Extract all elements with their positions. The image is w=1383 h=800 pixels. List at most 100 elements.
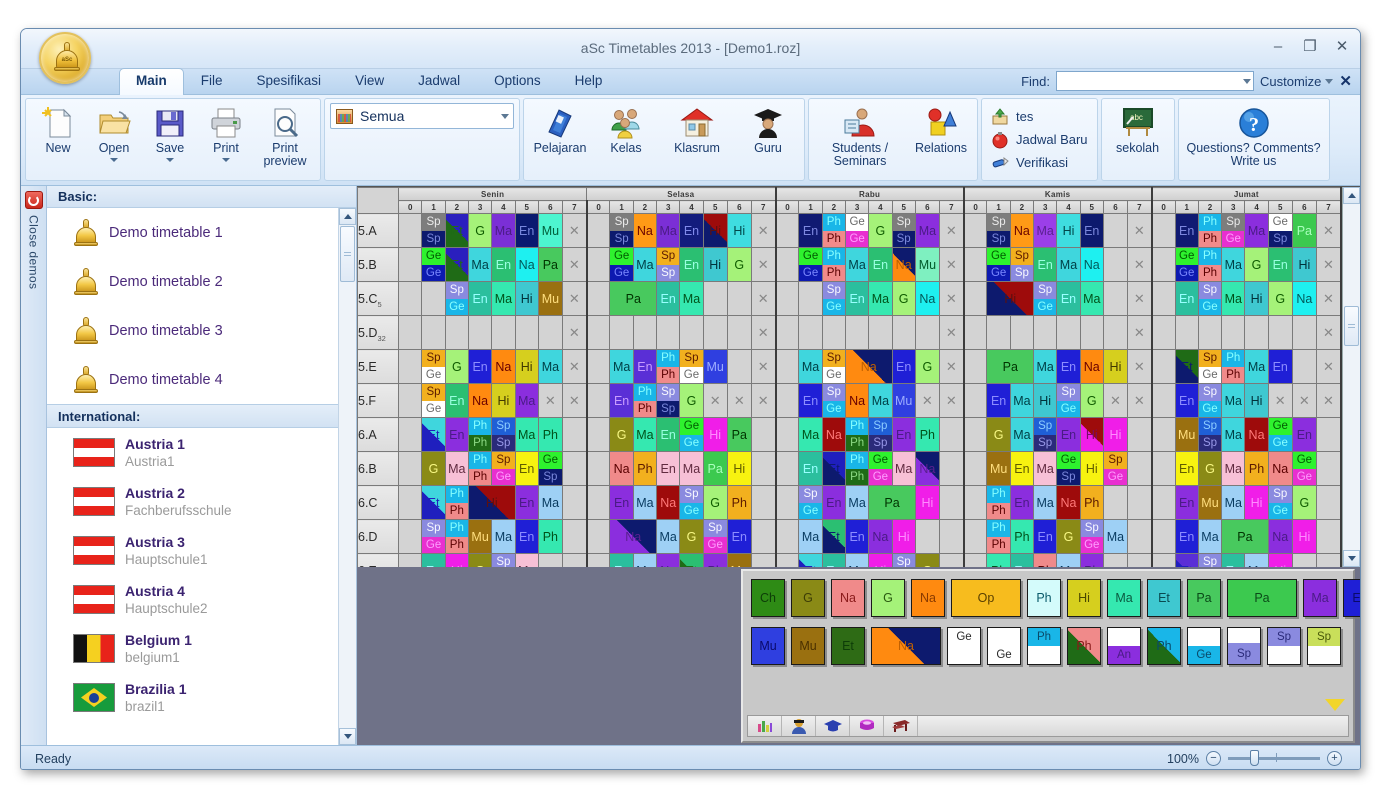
- timetable-cell[interactable]: Ma: [444, 451, 469, 486]
- lesson-card[interactable]: Mu: [538, 214, 562, 247]
- timetable-cell[interactable]: ✕: [1315, 349, 1342, 384]
- timetable-cell[interactable]: [1291, 315, 1317, 350]
- lesson-card-top[interactable]: Sp: [1268, 486, 1292, 503]
- card-tray[interactable]: ChGNaGNaOpPhHiMaEtPaPaMaEnEnMuMuEtNaGeGe…: [741, 569, 1360, 743]
- lesson-card-top[interactable]: Sp: [680, 350, 703, 367]
- timetable-cell[interactable]: Ma: [1009, 417, 1035, 452]
- timetable-cell[interactable]: SpGe: [821, 349, 846, 384]
- lesson-card[interactable]: Hi: [869, 554, 892, 567]
- lesson-card-bottom[interactable]: Sp: [492, 434, 515, 451]
- lesson-card-bottom[interactable]: Ge: [1198, 298, 1222, 315]
- timetable-cell[interactable]: Sp Sp: [868, 417, 893, 452]
- lesson-card-top[interactable]: Sp: [987, 214, 1010, 231]
- lesson-card[interactable]: Mu: [727, 554, 751, 567]
- timetable-cell[interactable]: Ph: [914, 417, 940, 452]
- timetable-cell[interactable]: En: [726, 519, 752, 554]
- lesson-card[interactable]: G: [445, 350, 468, 383]
- lesson-card-bottom[interactable]: Ge: [445, 298, 468, 315]
- lesson-card[interactable]: G: [1080, 384, 1103, 417]
- timetable-cell[interactable]: Ge Ge: [868, 451, 893, 486]
- lesson-card-top[interactable]: Sp: [869, 418, 892, 435]
- timetable-cell[interactable]: Ma: [1221, 281, 1246, 316]
- lesson-card-bottom[interactable]: Sp: [1268, 230, 1292, 247]
- timetable-cell[interactable]: En: [891, 349, 916, 384]
- lesson-card[interactable]: Ph: [1245, 452, 1268, 485]
- lesson-card[interactable]: Na: [1245, 418, 1268, 451]
- timetable-cell[interactable]: [914, 519, 940, 554]
- timetable-cell[interactable]: Hi: [726, 213, 752, 248]
- timetable-cell[interactable]: En: [844, 519, 870, 554]
- timetable-cell[interactable]: ✕: [561, 349, 588, 384]
- close-demos-icon[interactable]: [24, 191, 43, 209]
- timetable-cell[interactable]: G: [702, 485, 728, 520]
- timetable-cell[interactable]: En: [821, 485, 846, 520]
- lesson-card-top[interactable]: Sp: [1080, 520, 1103, 537]
- timetable-cell[interactable]: SpGe: [798, 485, 823, 520]
- row-label-6-c[interactable]: 6.C: [357, 485, 400, 520]
- lesson-card[interactable]: G: [987, 418, 1010, 451]
- lesson-card-top[interactable]: Sp: [822, 350, 845, 367]
- lesson-card-split[interactable]: Et: [799, 554, 822, 567]
- timetable-cell[interactable]: ✕: [750, 315, 777, 350]
- lesson-card-bottom[interactable]: Ge: [1175, 264, 1198, 281]
- lesson-card[interactable]: En: [657, 282, 680, 315]
- lesson-card[interactable]: Ph: [987, 554, 1010, 567]
- lesson-card-bottom[interactable]: Ge: [987, 264, 1010, 281]
- lesson-card[interactable]: Ma: [633, 486, 657, 519]
- lesson-card[interactable]: Na: [845, 384, 869, 417]
- chevron-down-icon[interactable]: [166, 158, 174, 162]
- timetable-cell[interactable]: Mu: [726, 553, 752, 567]
- lesson-card[interactable]: En: [1175, 384, 1198, 417]
- timetable-cell[interactable]: [1102, 553, 1129, 567]
- timetable-cell[interactable]: [609, 315, 634, 350]
- lesson-card[interactable]: Na: [657, 554, 680, 567]
- timetable-cell[interactable]: En: [868, 247, 893, 282]
- timetable-cell[interactable]: Ph: [1079, 553, 1104, 567]
- lesson-card-bottom[interactable]: Ph: [468, 434, 492, 451]
- timetable-cell[interactable]: Ma: [632, 417, 658, 452]
- timetable-cell[interactable]: [1291, 553, 1317, 567]
- tray-card[interactable]: Et: [831, 627, 865, 665]
- timetable-cell[interactable]: Ge Ge: [844, 213, 870, 248]
- lesson-card-bottom[interactable]: Sp: [538, 468, 562, 485]
- zoom-slider[interactable]: [1228, 750, 1320, 766]
- timetable-cell[interactable]: Na: [914, 451, 940, 486]
- timetable-cell[interactable]: ✕: [561, 247, 588, 282]
- timetable-cell[interactable]: En: [1267, 247, 1293, 282]
- timetable-cell[interactable]: Na: [891, 247, 916, 282]
- tray-card[interactable]: En: [1343, 579, 1360, 617]
- timetable-cell[interactable]: Hi: [514, 349, 539, 384]
- print-button[interactable]: Print: [199, 103, 253, 162]
- timetable-cell[interactable]: [1127, 519, 1153, 554]
- timetable-cell[interactable]: Pa: [868, 485, 916, 520]
- lesson-card-top[interactable]: Sp: [1010, 248, 1034, 265]
- timetable-cell[interactable]: Ph: [632, 451, 658, 486]
- timetable-cell[interactable]: ✕: [1315, 247, 1342, 282]
- lesson-card-bottom[interactable]: Ph: [1222, 366, 1245, 383]
- lesson-card[interactable]: Mu: [703, 350, 727, 383]
- timetable-cell[interactable]: [398, 417, 423, 452]
- chevron-down-icon[interactable]: [110, 158, 118, 162]
- lesson-card[interactable]: Ph: [1034, 554, 1057, 567]
- timetable-cell[interactable]: SpGe: [421, 519, 446, 554]
- timetable-cell[interactable]: ✕: [561, 213, 588, 248]
- timetable-cell[interactable]: [775, 417, 800, 452]
- lesson-card-bottom[interactable]: Sp: [657, 264, 680, 281]
- questions-comments-button[interactable]: ? Questions? Comments? Write us: [1184, 103, 1324, 168]
- timetable-cell[interactable]: [1267, 315, 1293, 350]
- tab-spesifikasi[interactable]: Spesifikasi: [240, 69, 339, 95]
- lesson-card[interactable]: Pa: [703, 452, 727, 485]
- timetable-cell[interactable]: [1151, 451, 1176, 486]
- grid-scrollbar[interactable]: [1342, 187, 1360, 567]
- lesson-card-bottom[interactable]: Ge: [1103, 468, 1128, 485]
- timetable-cell[interactable]: Ma: [537, 349, 563, 384]
- lesson-card[interactable]: En: [1222, 554, 1245, 567]
- lesson-card[interactable]: Ma: [492, 214, 515, 247]
- timetable-cell[interactable]: En: [1174, 281, 1199, 316]
- timetable-cell[interactable]: Ma: [844, 553, 870, 567]
- timetable-cell[interactable]: [1315, 451, 1342, 486]
- timetable-cell[interactable]: Hi: [1056, 213, 1081, 248]
- tray-card[interactable]: Ph: [1027, 627, 1061, 665]
- lesson-card[interactable]: Pa: [1292, 214, 1316, 247]
- lesson-card-bottom[interactable]: Ge: [1198, 366, 1222, 383]
